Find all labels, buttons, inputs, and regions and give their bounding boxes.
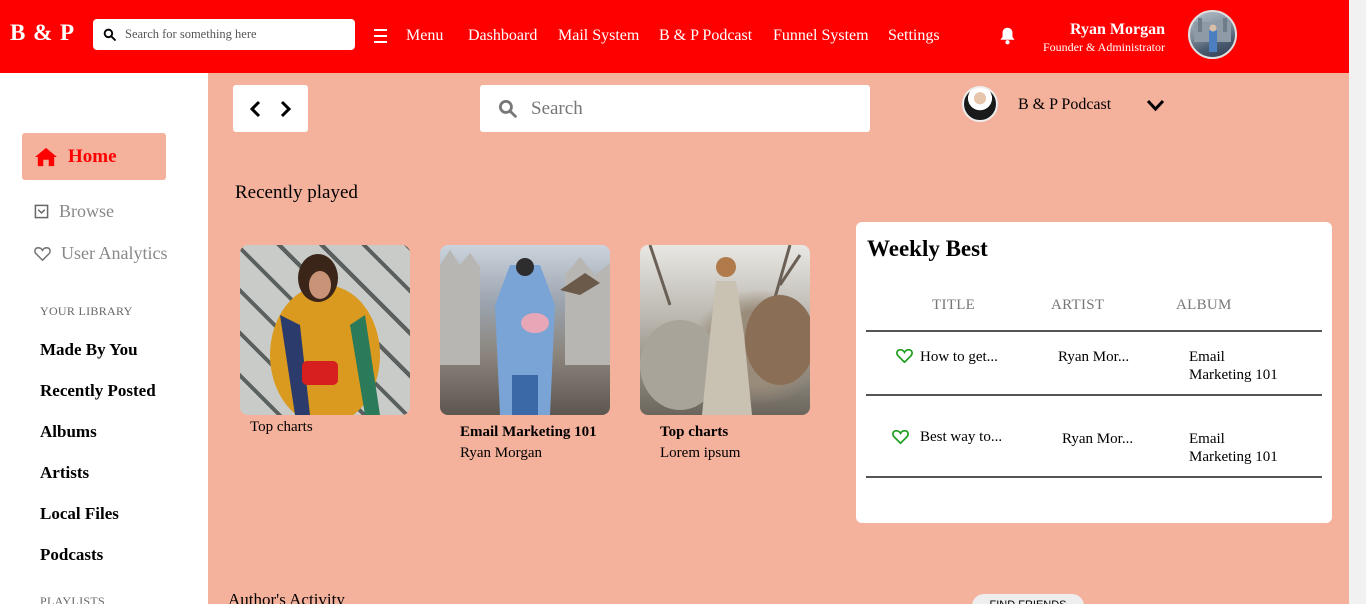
main-search-bar[interactable] — [480, 85, 870, 132]
podcast-name[interactable]: B & P Podcast — [1018, 96, 1111, 114]
brand-logo[interactable]: B & P — [10, 20, 75, 46]
library-item-podcasts[interactable]: Podcasts — [40, 545, 103, 565]
scrollbar[interactable] — [1349, 0, 1366, 604]
author-activity-title: Author's Activity — [228, 590, 345, 604]
find-friends-button[interactable]: FIND FRIENDS — [972, 594, 1084, 604]
library-item-made-by-you[interactable]: Made By You — [40, 340, 138, 360]
divider — [866, 394, 1322, 396]
track-artist[interactable]: Ryan Mor... — [1058, 348, 1129, 366]
heart-icon[interactable] — [896, 348, 913, 363]
avatar[interactable] — [1188, 10, 1237, 59]
sidebar-item-browse[interactable]: Browse — [34, 201, 114, 222]
sidebar-item-label: Browse — [59, 201, 114, 221]
card-subtitle: Lorem ipsum — [660, 445, 741, 461]
card-thumbnail[interactable] — [640, 245, 810, 415]
chevron-left-icon[interactable] — [248, 100, 262, 118]
column-header-artist: ARTIST — [1051, 297, 1105, 313]
weekly-best-panel: Weekly Best TITLE ARTIST ALBUM How to ge… — [856, 222, 1332, 523]
track-title[interactable]: Best way to... — [920, 428, 1002, 446]
nav-dashboard[interactable]: Dashboard — [468, 27, 537, 45]
dropdown-box-icon — [34, 204, 49, 219]
column-header-title: TITLE — [932, 297, 976, 313]
nav-bp-podcast[interactable]: B & P Podcast — [659, 27, 752, 45]
library-item-artists[interactable]: Artists — [40, 463, 89, 483]
user-name[interactable]: Ryan Morgan — [1070, 21, 1165, 39]
weekly-best-title: Weekly Best — [867, 236, 988, 261]
track-album-line2[interactable]: Marketing 101 — [1189, 448, 1278, 466]
track-album-line1[interactable]: Email — [1189, 348, 1225, 366]
heart-icon — [34, 247, 51, 261]
heart-icon[interactable] — [892, 429, 909, 444]
top-search-input[interactable] — [125, 27, 345, 42]
sidebar-item-analytics[interactable]: User Analytics — [34, 243, 167, 264]
divider — [866, 330, 1322, 332]
nav-funnel-system[interactable]: Funnel System — [773, 27, 869, 45]
home-icon — [35, 147, 57, 166]
card-thumbnail[interactable] — [240, 245, 410, 415]
user-role: Founder & Administrator — [1043, 40, 1165, 54]
nav-settings[interactable]: Settings — [888, 27, 940, 45]
card-title: Email Marketing 101 — [460, 424, 597, 440]
track-artist[interactable]: Ryan Mor... — [1062, 430, 1133, 448]
library-item-albums[interactable]: Albums — [40, 422, 97, 442]
recent-card[interactable]: Top charts Lorem ipsum — [640, 245, 810, 462]
sidebar-item-label: Home — [68, 145, 117, 167]
sidebar-item-label: User Analytics — [61, 243, 168, 263]
track-title[interactable]: How to get... — [920, 348, 998, 366]
library-item-recently-posted[interactable]: Recently Posted — [40, 381, 156, 401]
main-search-input[interactable] — [531, 97, 851, 120]
playlists-heading: PLAYLISTS — [40, 594, 105, 604]
chevron-right-icon[interactable] — [279, 100, 293, 118]
top-search-bar[interactable] — [93, 19, 355, 50]
nav-menu[interactable]: Menu — [406, 27, 443, 45]
podcast-avatar[interactable] — [962, 86, 998, 122]
nav-mail-system[interactable]: Mail System — [558, 27, 639, 45]
chevron-down-icon[interactable] — [1146, 99, 1165, 112]
card-title: Top charts — [660, 424, 729, 440]
bell-icon[interactable] — [999, 26, 1016, 45]
sidebar: Home Browse User Analytics YOUR LIBRARY … — [0, 73, 208, 604]
recently-played-title: Recently played — [235, 182, 358, 203]
card-subtitle: Ryan Morgan — [460, 445, 543, 461]
search-icon — [103, 28, 116, 41]
track-album-line2[interactable]: Marketing 101 — [1189, 366, 1278, 384]
divider — [866, 476, 1322, 478]
column-header-album: ALBUM — [1176, 297, 1232, 313]
card-title: Top charts — [250, 419, 313, 435]
hamburger-icon[interactable] — [374, 29, 387, 47]
search-icon — [498, 99, 517, 118]
main-content: B & P Podcast Recently played Top charts… — [208, 73, 1349, 604]
recent-card[interactable]: Top charts — [240, 245, 410, 436]
recent-card[interactable]: Email Marketing 101 Ryan Morgan — [440, 245, 610, 462]
top-navbar: B & P Menu Dashboard Mail System B & P P… — [0, 0, 1349, 73]
library-item-local-files[interactable]: Local Files — [40, 504, 119, 524]
sidebar-item-home[interactable]: Home — [22, 133, 166, 180]
card-thumbnail[interactable] — [440, 245, 610, 415]
history-nav — [233, 85, 308, 132]
track-album-line1[interactable]: Email — [1189, 430, 1225, 448]
library-heading: YOUR LIBRARY — [40, 304, 133, 318]
